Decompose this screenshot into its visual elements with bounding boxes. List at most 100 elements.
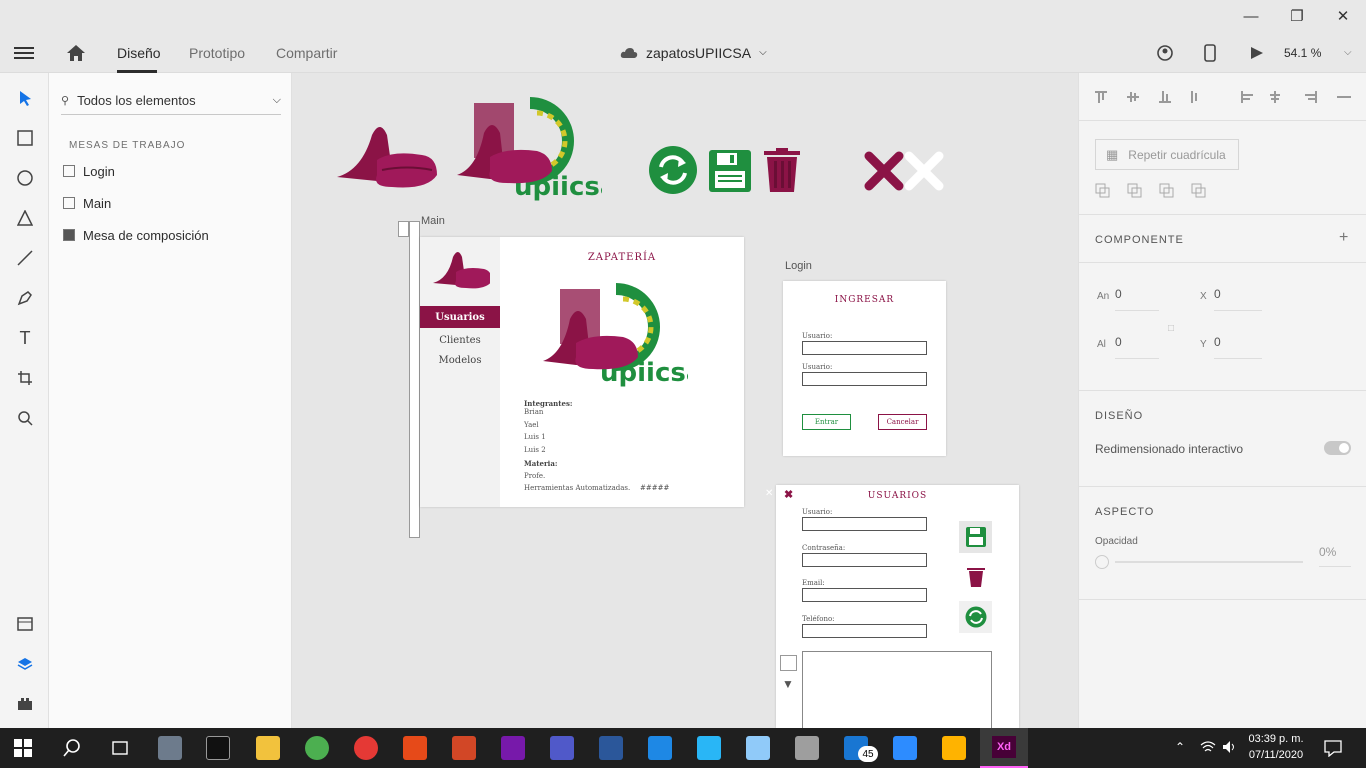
responsive-resize-toggle[interactable] (1324, 441, 1351, 455)
artboard-login[interactable]: INGRESAR Usuario: Usuario: Entrar Cancel… (783, 281, 946, 456)
shoes-image[interactable] (332, 115, 452, 195)
clock-date[interactable]: 07/11/2020 (1244, 749, 1308, 761)
hamburger-menu-icon[interactable] (14, 32, 34, 73)
nav-item-modelos[interactable]: Modelos (420, 355, 500, 366)
zoom-app-icon[interactable] (893, 736, 917, 760)
close-button[interactable]: ✕ (1320, 0, 1366, 32)
windows-start-icon[interactable] (14, 739, 32, 762)
height-input[interactable]: 0 (1115, 335, 1159, 359)
telefono-input[interactable] (802, 624, 927, 638)
nav-item-clientes[interactable]: Clientes (420, 335, 500, 346)
usuarios-refresh-button[interactable] (959, 601, 992, 633)
select-tool-icon[interactable] (12, 85, 38, 111)
artboard-usuarios[interactable]: ✖ USUARIOS Usuario: Contraseña: Email: T… (776, 485, 1019, 728)
tray-chevron-icon[interactable]: ⌃ (1175, 740, 1185, 754)
login-user-input-2[interactable] (802, 372, 927, 386)
artboard-label-login[interactable]: Login (785, 260, 812, 272)
home-icon[interactable] (66, 32, 86, 73)
ellipse-tool-icon[interactable] (12, 165, 38, 191)
search-icon[interactable] (62, 738, 82, 763)
tab-compartir[interactable]: Compartir (276, 32, 337, 73)
close-x-small-icon[interactable]: ✕ (765, 488, 773, 499)
pen-tool-icon[interactable] (12, 285, 38, 311)
login-cancel-button[interactable]: Cancelar (878, 414, 927, 430)
zoom-level[interactable]: 54.1 % (1284, 32, 1321, 73)
filter-icon[interactable]: ▼ (782, 677, 794, 691)
design-canvas[interactable]: upiicsa Main (292, 73, 1078, 728)
volume-icon[interactable] (1222, 740, 1238, 759)
powerpoint-icon[interactable] (452, 736, 476, 760)
repeat-grid-button[interactable]: ▦ Repetir cuadrícula (1095, 139, 1239, 170)
opacity-slider-track[interactable] (1115, 561, 1303, 563)
share-user-icon[interactable] (1156, 32, 1174, 73)
onenote-icon[interactable] (501, 736, 525, 760)
tab-diseno[interactable]: Diseño (117, 32, 161, 73)
close-x-maroon-icon[interactable] (864, 151, 904, 191)
layer-item-composition[interactable]: Mesa de composición (63, 223, 209, 247)
y-input[interactable]: 0 (1214, 335, 1262, 359)
document-title[interactable]: zapatosUPIICSA ⌵ (620, 32, 767, 73)
artboard-main[interactable]: Usuarios Clientes Modelos ZAPATERÍA upii… (420, 237, 744, 507)
minimize-button[interactable]: — (1228, 0, 1274, 32)
x-input[interactable]: 0 (1214, 287, 1262, 311)
logo-shoes-image[interactable]: upiicsa (452, 93, 602, 203)
users-list-box[interactable] (802, 651, 992, 728)
youtube-app-icon[interactable] (354, 736, 378, 760)
line-tool-icon[interactable] (12, 245, 38, 271)
terminal-icon[interactable] (206, 736, 230, 760)
chrome-icon[interactable] (305, 736, 329, 760)
file-explorer-icon[interactable] (256, 736, 280, 760)
usuarios-delete-button[interactable] (959, 561, 992, 593)
checkbox[interactable] (780, 655, 797, 671)
boolean-ops-icons[interactable] (1095, 182, 1215, 198)
teams-icon[interactable] (550, 736, 574, 760)
width-input[interactable]: 0 (1115, 287, 1159, 311)
calculator-icon[interactable] (795, 736, 819, 760)
opacity-slider-handle[interactable] (1095, 555, 1109, 569)
email-input[interactable] (802, 588, 927, 602)
polygon-tool-icon[interactable] (12, 205, 38, 231)
plugins-icon[interactable] (12, 691, 38, 717)
lock-aspect-icon[interactable]: □ (1168, 323, 1174, 334)
rectangle-tool-icon[interactable] (12, 125, 38, 151)
paint-icon[interactable] (942, 736, 966, 760)
opacity-input[interactable]: 0% (1319, 545, 1351, 567)
text-tool-icon[interactable]: T (12, 325, 38, 351)
login-user-input-1[interactable] (802, 341, 927, 355)
layers-filter[interactable]: ⚲ Todos los elementos ⌵ (61, 87, 281, 115)
tab-prototipo[interactable]: Prototipo (189, 32, 245, 73)
layer-item-login[interactable]: Login (63, 159, 115, 183)
layers-icon[interactable] (12, 651, 38, 677)
login-enter-button[interactable]: Entrar (802, 414, 851, 430)
usuario-input[interactable] (802, 517, 927, 531)
usuarios-save-button[interactable] (959, 521, 992, 553)
contrasena-input[interactable] (802, 553, 927, 567)
vscode-icon[interactable] (648, 736, 672, 760)
restore-button[interactable]: ❐ (1274, 0, 1320, 32)
artboard-label-main[interactable]: Main (421, 215, 445, 227)
save-icon[interactable] (708, 149, 752, 193)
nav-item-usuarios[interactable]: Usuarios (420, 306, 500, 328)
snip-tool-icon[interactable] (746, 736, 770, 760)
add-component-icon[interactable]: + (1339, 229, 1348, 247)
document-assets-icon[interactable] (12, 611, 38, 637)
wifi-icon[interactable] (1200, 740, 1216, 759)
adobe-xd-taskbar-button[interactable]: Xd (980, 728, 1028, 768)
layer-item-main[interactable]: Main (63, 191, 111, 215)
close-x-white-icon[interactable] (904, 151, 944, 191)
zoom-chevron-icon[interactable]: ⌵ (1344, 32, 1352, 73)
refresh-icon[interactable] (648, 145, 698, 195)
device-preview-icon[interactable] (1204, 32, 1216, 73)
play-icon[interactable] (1250, 32, 1264, 73)
chevron-down-icon[interactable]: ⌵ (273, 94, 281, 107)
word-icon[interactable] (599, 736, 623, 760)
task-view-icon[interactable] (110, 738, 130, 763)
zoom-tool-icon[interactable] (12, 405, 38, 431)
office-icon[interactable] (403, 736, 427, 760)
notifications-icon[interactable] (1324, 739, 1342, 762)
photos-app-icon[interactable] (158, 736, 182, 760)
scroll-group-frame[interactable] (409, 221, 420, 538)
alignment-icons[interactable] (1093, 89, 1351, 105)
clock-time[interactable]: 03:39 p. m. (1244, 733, 1308, 745)
flutter-app-icon[interactable] (697, 736, 721, 760)
